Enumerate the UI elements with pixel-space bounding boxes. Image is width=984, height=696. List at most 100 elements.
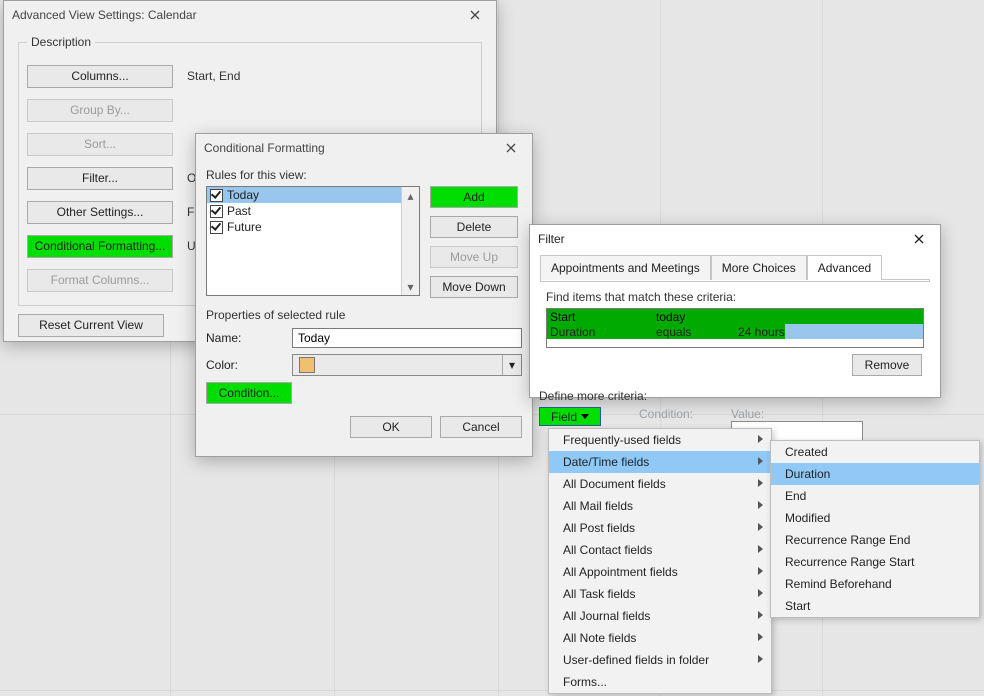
chevron-down-icon[interactable]: ▾ bbox=[502, 355, 521, 375]
tab-more-choices[interactable]: More Choices bbox=[711, 255, 807, 280]
submenu-arrow-icon bbox=[758, 589, 763, 597]
add-rule-button[interactable]: Add bbox=[430, 186, 518, 208]
moveup-button: Move Up bbox=[430, 246, 518, 268]
criteria-row[interactable]: Duration equals 24 hours bbox=[547, 324, 923, 339]
cf-title: Conditional Formatting bbox=[202, 141, 496, 155]
avs-titlebar: Advanced View Settings: Calendar bbox=[4, 1, 496, 29]
field-category-menu-item[interactable]: All Note fields bbox=[549, 627, 771, 649]
filter-close-button[interactable] bbox=[904, 228, 934, 250]
field-category-menu-item[interactable]: All Document fields bbox=[549, 473, 771, 495]
cf-color-select[interactable]: ▾ bbox=[292, 354, 522, 376]
checkbox-icon[interactable] bbox=[210, 205, 223, 218]
datetime-field-menu-item[interactable]: End bbox=[771, 485, 979, 507]
criteria-condition: today bbox=[656, 310, 736, 324]
other-settings-button[interactable]: Other Settings... bbox=[27, 201, 173, 224]
cf-cancel-button[interactable]: Cancel bbox=[440, 416, 522, 438]
color-swatch-icon bbox=[299, 357, 315, 373]
filter-instructions: Find items that match these criteria: bbox=[546, 290, 930, 304]
cf-name-label: Name: bbox=[206, 331, 241, 345]
field-category-menu-item[interactable]: Date/Time fields bbox=[549, 451, 771, 473]
filter-window: Filter Appointments and Meetings More Ch… bbox=[529, 224, 941, 398]
avs-close-button[interactable] bbox=[460, 4, 490, 26]
delete-rule-button[interactable]: Delete bbox=[430, 216, 518, 238]
reset-current-view-button[interactable]: Reset Current View bbox=[18, 314, 164, 337]
define-more-label: Define more criteria: bbox=[539, 389, 937, 403]
cf-rules-label: Rules for this view: bbox=[206, 168, 522, 182]
cf-rule-label: Today bbox=[227, 188, 259, 202]
datetime-field-menu-item[interactable]: Created bbox=[771, 441, 979, 463]
field-category-menu-item[interactable]: Forms... bbox=[549, 671, 771, 693]
tab-advanced[interactable]: Advanced bbox=[807, 255, 882, 280]
scroll-up-icon[interactable]: ▴ bbox=[402, 187, 419, 204]
criteria-row[interactable]: Start today bbox=[547, 309, 923, 324]
datetime-fields-menu: CreatedDurationEndModifiedRecurrence Ran… bbox=[770, 440, 980, 618]
checkbox-icon[interactable] bbox=[210, 221, 223, 234]
submenu-arrow-icon bbox=[758, 523, 763, 531]
cf-color-label: Color: bbox=[206, 358, 238, 372]
remove-criteria-button[interactable]: Remove bbox=[852, 354, 922, 376]
cf-rule-item[interactable]: Past bbox=[207, 203, 419, 219]
field-category-menu-item[interactable]: Frequently-used fields bbox=[549, 429, 771, 451]
criteria-field: Duration bbox=[547, 325, 656, 339]
cf-ok-button[interactable]: OK bbox=[350, 416, 432, 438]
submenu-arrow-icon bbox=[758, 457, 763, 465]
submenu-arrow-icon bbox=[758, 633, 763, 641]
scrollbar[interactable]: ▴ ▾ bbox=[401, 187, 419, 295]
field-category-menu: Frequently-used fieldsDate/Time fieldsAl… bbox=[548, 428, 772, 694]
field-category-menu-item[interactable]: All Appointment fields bbox=[549, 561, 771, 583]
submenu-arrow-icon bbox=[758, 655, 763, 663]
submenu-arrow-icon bbox=[758, 435, 763, 443]
cf-titlebar: Conditional Formatting bbox=[196, 134, 532, 162]
cf-close-button[interactable] bbox=[496, 137, 526, 159]
submenu-arrow-icon bbox=[758, 479, 763, 487]
criteria-field: Start bbox=[547, 310, 656, 324]
tab-appointments[interactable]: Appointments and Meetings bbox=[540, 255, 711, 280]
cf-rule-label: Past bbox=[227, 204, 251, 218]
criteria-list[interactable]: Start today Duration equals 24 hours bbox=[546, 308, 924, 348]
cf-rules-list[interactable]: Today Past Future ▴ ▾ bbox=[206, 186, 420, 296]
filter-button[interactable]: Filter... bbox=[27, 167, 173, 190]
cf-rule-item[interactable]: Today bbox=[207, 187, 419, 203]
conditional-formatting-window: Conditional Formatting Rules for this vi… bbox=[195, 133, 533, 457]
datetime-field-menu-item[interactable]: Remind Beforehand bbox=[771, 573, 979, 595]
columns-button[interactable]: Columns... bbox=[27, 65, 173, 88]
criteria-condition: equals bbox=[656, 325, 736, 339]
format-columns-button: Format Columns... bbox=[27, 269, 173, 292]
cf-properties-label: Properties of selected rule bbox=[206, 308, 522, 322]
datetime-field-menu-item[interactable]: Recurrence Range Start bbox=[771, 551, 979, 573]
field-category-menu-item[interactable]: User-defined fields in folder bbox=[549, 649, 771, 671]
submenu-arrow-icon bbox=[758, 545, 763, 553]
field-dropdown-button[interactable]: Field bbox=[539, 407, 601, 426]
filter-titlebar: Filter bbox=[530, 225, 940, 253]
scroll-down-icon[interactable]: ▾ bbox=[402, 278, 419, 295]
field-button-label: Field bbox=[551, 410, 577, 424]
conditional-formatting-button[interactable]: Conditional Formatting... bbox=[27, 235, 173, 258]
checkbox-icon[interactable] bbox=[210, 189, 223, 202]
datetime-field-menu-item[interactable]: Start bbox=[771, 595, 979, 617]
field-category-menu-item[interactable]: All Task fields bbox=[549, 583, 771, 605]
sort-button: Sort... bbox=[27, 133, 173, 156]
columns-value: Start, End bbox=[187, 69, 240, 83]
field-category-menu-item[interactable]: All Post fields bbox=[549, 517, 771, 539]
cf-rule-item[interactable]: Future bbox=[207, 219, 419, 235]
submenu-arrow-icon bbox=[758, 611, 763, 619]
field-category-menu-item[interactable]: All Journal fields bbox=[549, 605, 771, 627]
filter-title: Filter bbox=[536, 232, 904, 246]
movedown-button[interactable]: Move Down bbox=[430, 276, 518, 298]
datetime-field-menu-item[interactable]: Duration bbox=[771, 463, 979, 485]
avs-description-legend: Description bbox=[27, 35, 95, 49]
submenu-arrow-icon bbox=[758, 567, 763, 575]
condition-column-label: Condition: bbox=[639, 407, 693, 421]
field-category-menu-item[interactable]: All Contact fields bbox=[549, 539, 771, 561]
datetime-field-menu-item[interactable]: Modified bbox=[771, 507, 979, 529]
chevron-down-icon bbox=[581, 414, 589, 419]
datetime-field-menu-item[interactable]: Recurrence Range End bbox=[771, 529, 979, 551]
cf-name-input[interactable] bbox=[292, 328, 522, 348]
avs-title: Advanced View Settings: Calendar bbox=[10, 8, 460, 22]
field-category-menu-item[interactable]: All Mail fields bbox=[549, 495, 771, 517]
criteria-value: 24 hours bbox=[736, 325, 923, 339]
condition-button[interactable]: Condition... bbox=[206, 382, 292, 404]
value-column-label: Value: bbox=[731, 407, 863, 421]
groupby-button: Group By... bbox=[27, 99, 173, 122]
filter-tabs: Appointments and Meetings More Choices A… bbox=[540, 255, 930, 280]
